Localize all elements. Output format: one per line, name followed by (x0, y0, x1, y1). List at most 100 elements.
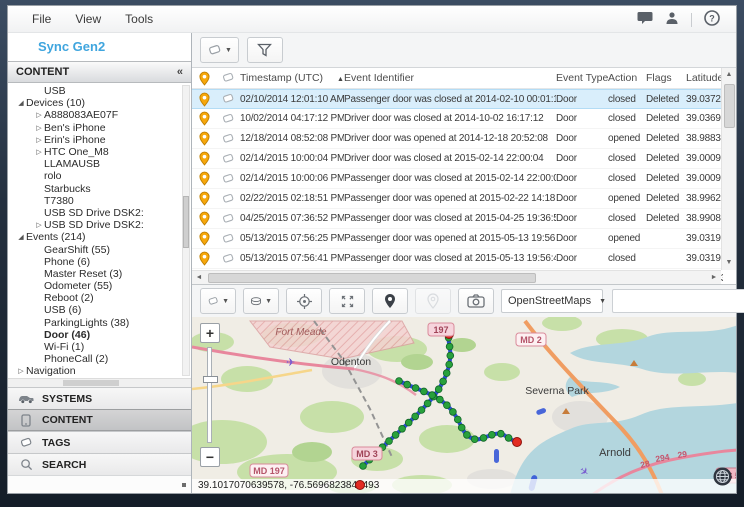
location-pin-icon[interactable] (192, 92, 216, 107)
tree-item[interactable]: ▷A888083AE07F (8, 109, 191, 121)
menu-view[interactable]: View (75, 12, 101, 26)
expander-open-icon[interactable]: ◢ (16, 233, 26, 241)
tag-icon[interactable] (216, 253, 240, 265)
tree-item[interactable]: ▷Ben's iPhone (8, 122, 191, 134)
globe-icon[interactable] (713, 467, 732, 491)
tree-item[interactable]: Door (46) (8, 329, 191, 341)
column-flags[interactable]: Flags (646, 72, 686, 84)
table-horizontal-scrollbar[interactable]: ◄► (192, 270, 721, 284)
table-vertical-scrollbar[interactable]: ▲▼ (721, 68, 736, 270)
location-pin-icon[interactable] (192, 251, 216, 266)
map-search-input[interactable] (612, 289, 744, 313)
user-icon[interactable] (665, 11, 679, 28)
tree-item[interactable]: ▷Navigation (8, 365, 191, 377)
help-icon[interactable]: ? (704, 10, 720, 29)
show-pins-secondary-button[interactable] (415, 288, 451, 314)
snapshot-button[interactable] (458, 288, 494, 314)
tree-item[interactable]: T7380 (8, 195, 191, 207)
tag-icon[interactable] (216, 233, 240, 245)
tag-icon[interactable] (216, 213, 240, 225)
menu-tools[interactable]: Tools (125, 12, 153, 26)
fit-extents-button[interactable] (329, 288, 365, 314)
tree-item[interactable]: USB (8, 85, 191, 97)
collapse-panel-icon[interactable]: « (177, 66, 183, 78)
column-type[interactable]: Event Type (556, 72, 608, 84)
column-latitude[interactable]: Latitude (686, 72, 723, 84)
tree-horizontal-scrollbar[interactable] (8, 378, 191, 387)
location-pin-icon[interactable] (192, 171, 216, 186)
tree-item[interactable]: PhoneCall (2) (8, 353, 191, 365)
tree-vertical-scrollbar[interactable] (182, 85, 190, 376)
table-row[interactable]: 10/02/2014 04:17:12 PMDriver door was cl… (192, 109, 721, 129)
table-row[interactable]: 04/25/2015 07:36:52 PMPassenger door was… (192, 209, 721, 229)
tree-item[interactable]: ◢Events (214) (8, 231, 191, 243)
table-row[interactable]: 02/14/2015 10:00:06 PMPassenger door was… (192, 169, 721, 189)
tree-item[interactable]: ▷HTC One_M8 (8, 146, 191, 158)
table-row[interactable]: 05/13/2015 07:56:41 PMPassenger door was… (192, 249, 721, 269)
zoom-out-button[interactable]: − (200, 447, 220, 467)
sidebar-section-tags[interactable]: TAGS (8, 431, 191, 453)
tag-icon[interactable] (216, 193, 240, 205)
tree-item[interactable]: Odometer (55) (8, 280, 191, 292)
tag-icon[interactable] (216, 133, 240, 145)
tree-item[interactable]: Phone (6) (8, 256, 191, 268)
sidebar-section-search[interactable]: SEARCH (8, 453, 191, 475)
expander-closed-icon[interactable]: ▷ (16, 367, 26, 375)
tree-item[interactable]: ◢Devices (10) (8, 97, 191, 109)
expander-closed-icon[interactable]: ▷ (34, 124, 44, 132)
map-provider-select[interactable]: OpenStreetMaps ▼ (501, 289, 603, 313)
scroll-left-icon[interactable]: ◄ (192, 274, 206, 281)
table-row[interactable]: 02/14/2015 10:00:04 PMDriver door was cl… (192, 149, 721, 169)
scroll-right-icon[interactable]: ► (707, 274, 721, 281)
column-action[interactable]: Action (608, 72, 646, 84)
table-row[interactable]: 05/13/2015 07:56:25 PMPassenger door was… (192, 229, 721, 249)
sidebar-section-content[interactable]: CONTENT (8, 409, 191, 431)
location-pin-column-icon[interactable] (192, 71, 216, 86)
map-tag-menu-button[interactable]: ▼ (200, 288, 236, 314)
expander-closed-icon[interactable]: ▷ (34, 148, 44, 156)
tag-icon[interactable] (216, 153, 240, 165)
tree-item[interactable]: USB SD Drive DSK2: (8, 207, 191, 219)
scroll-up-icon[interactable]: ▲ (726, 68, 733, 82)
map-layers-menu-button[interactable]: ▼ (243, 288, 279, 314)
location-pin-icon[interactable] (192, 191, 216, 206)
expander-closed-icon[interactable]: ▷ (34, 136, 44, 144)
location-pin-icon[interactable] (192, 211, 216, 226)
tag-icon[interactable] (216, 93, 240, 105)
sidebar-section-systems[interactable]: SYSTEMS (8, 387, 191, 409)
zoom-slider-track[interactable] (207, 347, 212, 443)
map-view[interactable]: ✈ ✈ Fort Meade Odenton Severna Park Arno… (192, 317, 736, 493)
tag-icon[interactable] (216, 173, 240, 185)
location-pin-icon[interactable] (192, 231, 216, 246)
scroll-down-icon[interactable]: ▼ (726, 256, 733, 270)
tree-item[interactable]: Reboot (2) (8, 292, 191, 304)
tree-item[interactable]: USB (6) (8, 304, 191, 316)
tree-item[interactable]: Wi-Fi (1) (8, 341, 191, 353)
resize-grip[interactable] (182, 483, 186, 487)
expander-closed-icon[interactable]: ▷ (34, 111, 44, 119)
expander-closed-icon[interactable]: ▷ (34, 221, 44, 229)
scrollbar-thumb[interactable] (208, 273, 536, 283)
menu-file[interactable]: File (32, 12, 51, 26)
content-panel-header[interactable]: CONTENT « (8, 61, 191, 83)
scrollbar-thumb[interactable] (724, 84, 735, 128)
filter-button[interactable] (247, 37, 283, 63)
location-pin-icon[interactable] (192, 111, 216, 126)
tree-item[interactable]: Starbucks (8, 183, 191, 195)
tag-menu-button[interactable]: ▼ (200, 37, 239, 63)
zoom-slider-handle[interactable] (203, 376, 218, 383)
location-pin-icon[interactable] (192, 131, 216, 146)
tree-item[interactable]: Master Reset (3) (8, 268, 191, 280)
tree-item[interactable]: ParkingLights (38) (8, 317, 191, 329)
table-row[interactable]: 12/18/2014 08:52:08 PMDriver door was op… (192, 129, 721, 149)
tree-item[interactable]: ▷Erin's iPhone (8, 134, 191, 146)
tag-column-icon[interactable] (216, 72, 240, 84)
table-row[interactable]: 02/10/2014 12:01:10 AMPassenger door was… (192, 89, 721, 109)
show-pins-button[interactable] (372, 288, 408, 314)
location-pin-icon[interactable] (192, 151, 216, 166)
zoom-in-button[interactable]: + (200, 323, 220, 343)
center-map-button[interactable] (286, 288, 322, 314)
tree-item[interactable]: GearShift (55) (8, 243, 191, 255)
tree-item[interactable]: ▷USB SD Drive DSK2: (8, 219, 191, 231)
expander-open-icon[interactable]: ◢ (16, 99, 26, 107)
